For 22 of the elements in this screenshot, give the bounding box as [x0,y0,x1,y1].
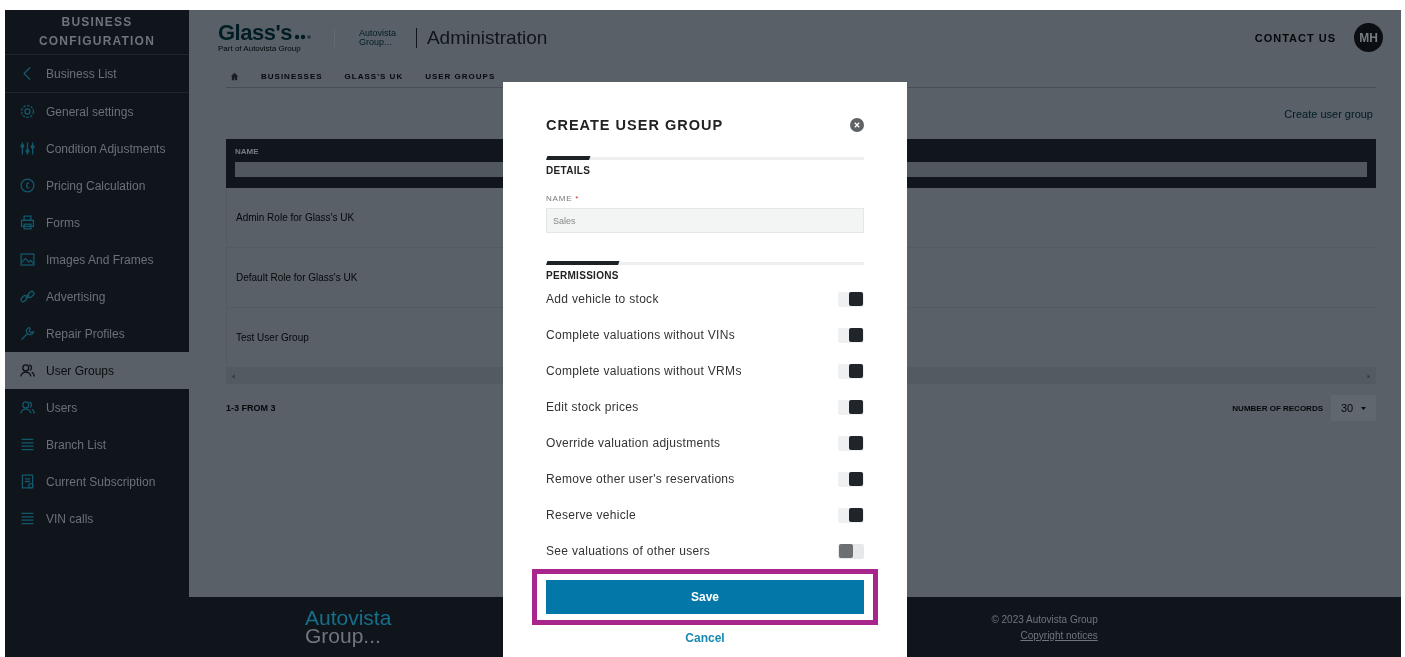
partner-logo: Autovista Group... [333,28,396,47]
footer-logo: Autovista Group... [305,609,392,645]
permission-label: Remove other user's reservations [546,472,735,486]
permission-label: Add vehicle to stock [546,292,659,306]
permission-label: Reserve vehicle [546,508,636,522]
table-cell: Default Role for Glass's UK [236,272,358,283]
permission-label: Complete valuations without VINs [546,328,736,342]
section-heading: PERMISSIONS [546,270,620,281]
page-title: Administration [415,27,548,48]
records-label: NUMBER OF RECORDS [1232,403,1323,413]
permission-label: Override valuation adjustments [546,436,721,450]
permission-label: See valuations of other users [546,544,711,558]
permission-label: Edit stock prices [546,400,639,414]
section-heading: DETAILS [546,165,592,176]
copyright-text: © 2023 Autovista Group [991,613,1098,625]
permission-label: Complete valuations without VRMs [546,364,742,378]
table-cell: Admin Role for Glass's UK [236,212,355,223]
logo: Glass's Part of Autovista Group [218,22,314,53]
field-label: NAME * [546,194,581,203]
record-count: 1-3 FROM 3 [226,403,276,413]
dialog-title: CREATE USER GROUP [546,117,724,133]
table-cell: Test User Group [236,332,309,343]
